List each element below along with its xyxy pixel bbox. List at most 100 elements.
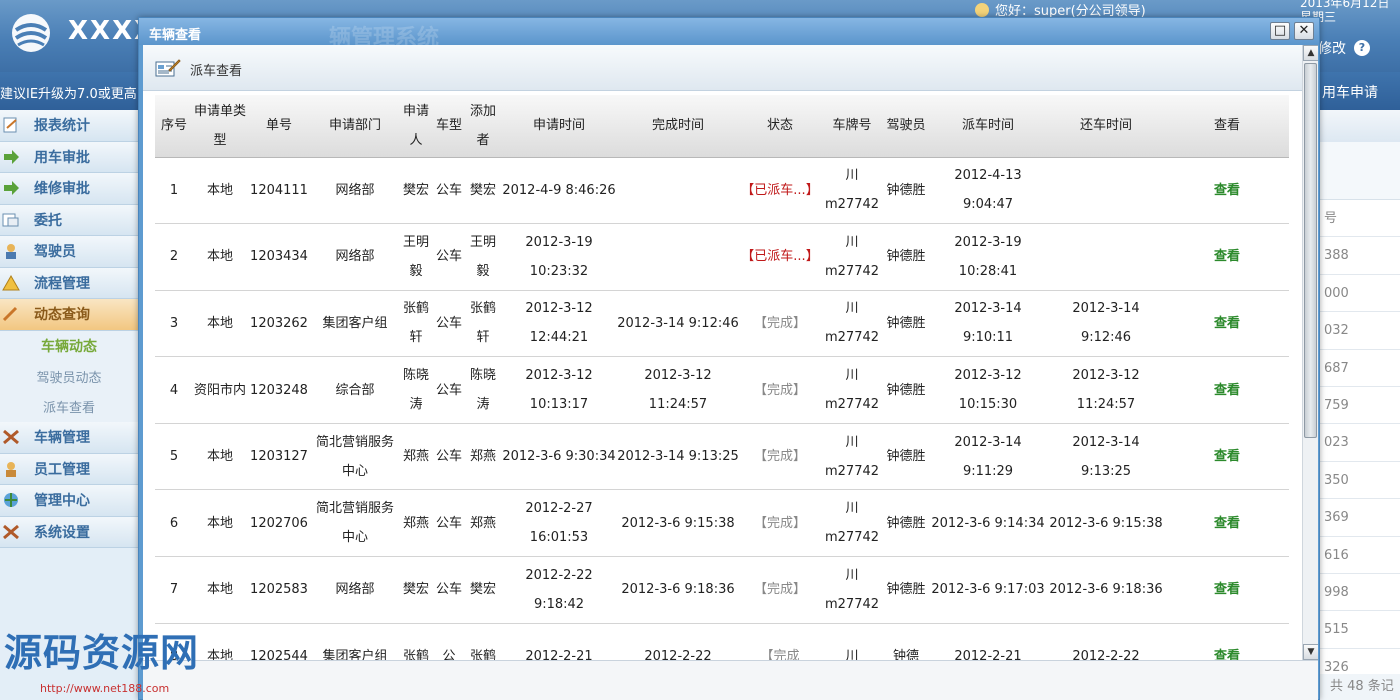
sidebar-item-delegate[interactable]: 委托 [0,204,138,236]
view-link[interactable]: 查看 [1165,290,1289,358]
cell-type: 本地 [193,556,247,624]
cell-apply: 2012-2-22 9:18:42 [501,556,617,624]
col-header: 申请人 [399,95,433,158]
sidebar-item-repair-approval[interactable]: 维修审批 [0,173,138,205]
watermark-url: http://www.net188.com [40,682,170,695]
sidebar-item-report[interactable]: 报表统计 [0,110,138,142]
cell-finish: 2012-3-14 9:13:25 [617,423,739,491]
cell-type: 本地 [193,423,247,491]
watermark-text: 源码资源网 [4,631,200,675]
cell-driver: 钟德胜 [883,556,929,624]
cell-dept: 综合部 [311,356,399,424]
cell-car: 公 [433,623,465,660]
restore-button[interactable]: □ [1270,22,1290,40]
cell-return: 2012-3-6 9:15:38 [1047,489,1165,558]
view-link[interactable]: 查看 [1165,623,1289,660]
cell-plate: 川 [821,623,883,660]
cell-plate: 川m27742 [821,157,883,225]
view-link[interactable]: 查看 [1165,356,1289,424]
help-icon[interactable]: ? [1354,40,1370,56]
cell-type: 本地 [193,290,247,358]
scroll-down-arrow[interactable]: ▼ [1303,644,1318,660]
sidebar-item-system-settings[interactable]: 系统设置 [0,516,138,548]
toolbar-title: 派车查看 [190,64,243,79]
cell-return: 2012-2-22 [1047,623,1165,660]
sidebar-item-label: 委托 [34,212,62,229]
dispatch-table: 序号 申请单类型 单号 申请部门 申请人 车型 添加者 申请时间 完成时间 状态… [155,95,1289,660]
cell-no: 5 [155,423,193,491]
bg-cell: 023 [1316,424,1400,462]
sidebar-subitem-driver-dynamic[interactable]: 驾驶员动态 [0,361,138,392]
cell-return: 2012-3-14 9:12:46 [1047,290,1165,358]
cell-dispatch: 2012-3-14 9:11:29 [929,423,1047,491]
bg-cell: 350 [1316,462,1400,500]
col-header: 派车时间 [929,95,1047,158]
sidebar-item-label: 流程管理 [34,275,90,292]
dialog-titlebar[interactable]: 车辆查看 辆管理系统 □ ✕ [139,18,1319,51]
sidebar-item-vehicle-mgmt[interactable]: 车辆管理 [0,422,138,454]
cell-driver: 钟德胜 [883,423,929,491]
cell-dept: 集团客户组 [311,290,399,358]
cell-driver: 钟德 [883,623,929,660]
view-link[interactable]: 查看 [1165,223,1289,291]
cell-no: 1 [155,157,193,225]
sidebar-item-process[interactable]: 流程管理 [0,267,138,299]
view-link[interactable]: 查看 [1165,556,1289,624]
cell-no: 4 [155,356,193,424]
view-link[interactable]: 查看 [1165,157,1289,225]
cell-type: 资阳市内 [193,356,247,424]
view-link[interactable]: 查看 [1165,489,1289,558]
sidebar-item-label: 系统设置 [34,524,90,541]
cell-status: 【完成】 [739,489,821,558]
sidebar-subitem-vehicle-dynamic[interactable]: 车辆动态 [0,330,138,361]
process-icon [2,274,20,291]
cell-driver: 钟德胜 [883,157,929,225]
cell-return [1047,157,1165,225]
sidebar-item-driver[interactable]: 驾驶员 [0,236,138,268]
edit-form-icon [155,59,181,77]
sidebar-item-admin-center[interactable]: 管理中心 [0,485,138,517]
cell-dispatch: 2012-4-13 9:04:47 [929,157,1047,225]
cell-no: 7 [155,556,193,624]
scroll-up-arrow[interactable]: ▲ [1303,45,1318,61]
sidebar-item-staff-mgmt[interactable]: 员工管理 [0,453,138,485]
bg-cell: 759 [1316,387,1400,425]
cell-driver: 钟德胜 [883,223,929,291]
cell-id: 1204111 [247,157,311,225]
logo-icon [12,14,50,52]
dialog-body: 派车查看 序号 申请单类型 单号 申请部门 申请人 车型 添加者 申请时间 完成… [143,45,1318,660]
cell-status: 【完成】 [739,556,821,624]
close-button[interactable]: ✕ [1294,22,1314,40]
delegate-icon [2,213,19,227]
col-header: 车牌号 [821,95,883,158]
cell-adder: 郑燕 [465,489,501,558]
cell-no: 2 [155,223,193,291]
cell-type: 本地 [193,489,247,558]
table-row: 4 资阳市内 1203248 综合部 陈晓涛 公车 陈晓涛 2012-3-12 10:13:1… [155,356,1289,424]
sidebar-subitem-dispatch-view[interactable]: 派车查看 [0,391,138,422]
col-header: 申请部门 [311,95,399,158]
scroll-thumb[interactable] [1304,63,1317,438]
cell-id: 1202706 [247,489,311,558]
cell-dispatch: 2012-3-14 9:10:11 [929,290,1047,358]
sidebar-item-label: 车辆管理 [34,430,90,447]
vehicle-request-link[interactable]: 用车申请 [1322,82,1378,102]
cell-dispatch: 2012-3-12 10:15:30 [929,356,1047,424]
modify-link[interactable]: 修改 [1318,38,1346,58]
view-link[interactable]: 查看 [1165,423,1289,491]
cell-id: 1203127 [247,423,311,491]
sidebar-item-dynamic-query[interactable]: 动态查询 [0,299,138,331]
cell-adder: 王明毅 [465,223,501,291]
cell-applicant: 郑燕 [399,489,433,558]
cell-car: 公车 [433,356,465,424]
sidebar-item-vehicle-approval[interactable]: 用车审批 [0,141,138,173]
cell-status: 【已派车...】 [739,223,821,291]
cell-return: 2012-3-14 9:13:25 [1047,423,1165,491]
col-header: 查看 [1165,95,1289,158]
cell-type: 本地 [193,223,247,291]
table-header-row: 序号 申请单类型 单号 申请部门 申请人 车型 添加者 申请时间 完成时间 状态… [155,95,1289,158]
notice-text: 建议IE升级为7.0或更高 [0,87,137,102]
cell-finish [617,157,739,225]
bg-cell: 687 [1316,350,1400,387]
vertical-scrollbar[interactable]: ▲ ▼ [1302,45,1318,660]
